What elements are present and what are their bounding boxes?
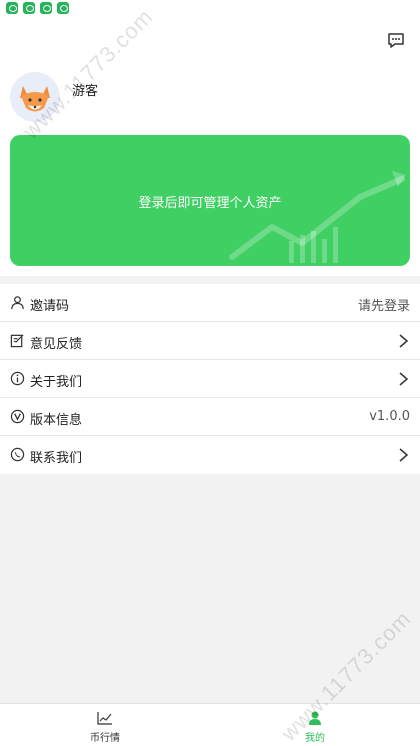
menu-item-contact-us[interactable]: 联系我们 <box>0 436 420 474</box>
avatar[interactable] <box>10 72 60 122</box>
settings-menu: 邀请码 请先登录 意见反馈 关于我们 版本信息 v1.0.0 联系我们 <box>0 284 420 474</box>
menu-item-label: 关于我们 <box>30 375 83 390</box>
message-icon[interactable] <box>386 30 406 50</box>
chart-icon <box>97 712 112 725</box>
notification-icon <box>57 2 69 14</box>
login-first-link[interactable]: 请先登录 <box>358 295 410 314</box>
tab-label: 我的 <box>305 733 325 744</box>
notification-icon <box>40 2 52 14</box>
phone-icon <box>10 447 25 462</box>
chevron-right-icon <box>399 372 408 386</box>
user-icon <box>11 296 24 310</box>
menu-item-about-us[interactable]: 关于我们 <box>0 360 420 398</box>
tab-mine[interactable]: 我的 <box>210 704 420 746</box>
chevron-right-icon <box>399 448 408 462</box>
status-bar-icons <box>6 2 69 14</box>
chevron-right-icon <box>399 334 408 348</box>
menu-item-version-info[interactable]: 版本信息 v1.0.0 <box>0 398 420 436</box>
menu-item-label: 邀请码 <box>30 299 70 314</box>
tab-label: 币行情 <box>90 733 120 744</box>
username[interactable]: 游客 <box>72 80 98 99</box>
menu-item-label: 意见反馈 <box>30 337 83 352</box>
fox-avatar-icon <box>20 86 50 112</box>
profile-header: 游客 登录后即可管理个人资产 <box>0 0 420 276</box>
notification-icon <box>6 2 18 14</box>
menu-item-invite-code[interactable]: 邀请码 请先登录 <box>0 284 420 322</box>
bottom-tab-bar: 币行情 我的 <box>0 703 420 746</box>
info-icon <box>10 371 25 386</box>
menu-item-feedback[interactable]: 意见反馈 <box>0 322 420 360</box>
notification-icon <box>23 2 35 14</box>
version-number: v1.0.0 <box>369 409 410 424</box>
tab-market[interactable]: 币行情 <box>0 704 210 746</box>
person-icon <box>309 711 321 725</box>
menu-item-label: 版本信息 <box>30 413 83 428</box>
menu-item-label: 联系我们 <box>30 451 83 466</box>
version-icon <box>10 409 25 424</box>
edit-icon <box>10 334 24 348</box>
asset-login-card[interactable]: 登录后即可管理个人资产 <box>10 135 410 266</box>
login-prompt-text: 登录后即可管理个人资产 <box>138 196 282 211</box>
